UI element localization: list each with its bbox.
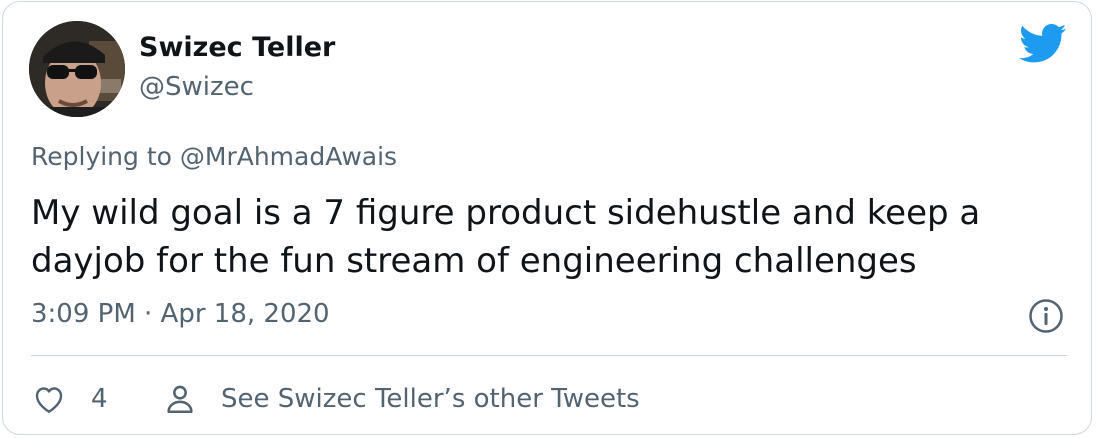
replying-prefix: Replying to <box>31 142 180 171</box>
divider <box>31 355 1067 356</box>
like-count: 4 <box>91 384 108 414</box>
twitter-bird-icon[interactable] <box>1019 24 1067 64</box>
replying-to-link[interactable]: @MrAhmadAwais <box>180 142 397 171</box>
other-tweets-link[interactable]: See Swizec Teller’s other Tweets <box>163 379 640 419</box>
info-icon[interactable] <box>1028 298 1064 334</box>
author-handle[interactable]: @Swizec <box>139 72 254 102</box>
person-icon <box>167 385 193 414</box>
avatar-image <box>29 21 125 117</box>
tweet-card: Swizec Teller @Swizec Replying to @MrAhm… <box>2 1 1092 435</box>
tweet-text: My wild goal is a 7 figure product sideh… <box>31 193 981 281</box>
avatar[interactable] <box>29 21 125 117</box>
author-name[interactable]: Swizec Teller <box>139 32 335 63</box>
tweet-timestamp[interactable]: 3:09 PM · Apr 18, 2020 <box>31 299 330 329</box>
like-button[interactable]: 4 <box>31 379 108 419</box>
heart-icon <box>35 387 63 413</box>
other-tweets-label: See Swizec Teller’s other Tweets <box>221 384 640 414</box>
replying-to: Replying to @MrAhmadAwais <box>31 142 397 171</box>
